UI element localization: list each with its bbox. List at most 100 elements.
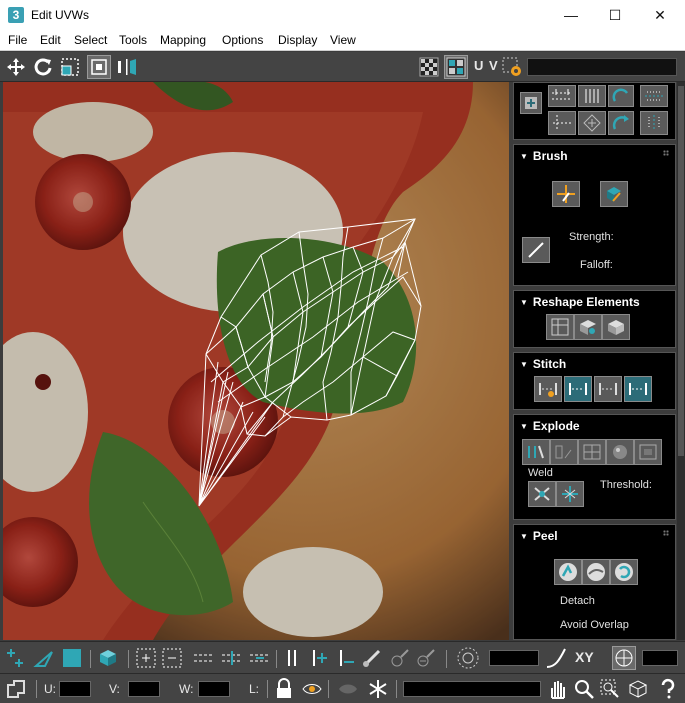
w-field[interactable] — [198, 681, 230, 697]
select-mode-icon[interactable] — [4, 646, 28, 670]
stitch-to-target-icon[interactable] — [624, 376, 652, 402]
weld-selected-icon[interactable] — [528, 481, 556, 507]
menu-select[interactable]: Select — [74, 33, 107, 47]
brush-rollout-header[interactable]: ▼ Brush — [520, 149, 568, 163]
relax-until-flat-icon[interactable] — [574, 314, 602, 340]
shrink-selection-icon[interactable] — [160, 646, 184, 670]
hide-icon[interactable] — [300, 677, 324, 701]
selection-set-field[interactable] — [403, 681, 541, 697]
absolute-offset-icon[interactable] — [4, 677, 28, 701]
rotate-icon[interactable] — [31, 55, 55, 79]
maximize-button[interactable]: ☐ — [592, 0, 638, 31]
show-icon[interactable] — [336, 677, 360, 701]
mirror-icon[interactable] — [115, 55, 139, 79]
paint-move-icon[interactable] — [552, 181, 580, 207]
zoom-extents-icon[interactable] — [626, 677, 650, 701]
element-select-icon[interactable] — [96, 646, 120, 670]
avoid-overlap-label[interactable]: Avoid Overlap — [560, 619, 629, 631]
zoom-icon[interactable] — [572, 677, 596, 701]
ring-shrink-icon[interactable] — [334, 646, 358, 670]
grip-icon[interactable] — [663, 530, 669, 536]
paint-select-grow-icon[interactable] — [388, 646, 412, 670]
uv-axis-label[interactable]: U V — [474, 58, 499, 73]
loop-shrink-icon[interactable] — [248, 646, 272, 670]
freeform-icon[interactable] — [87, 55, 111, 79]
paint-select-shrink-icon[interactable] — [414, 646, 438, 670]
scale-icon[interactable] — [58, 55, 82, 79]
break-icon[interactable] — [522, 439, 550, 465]
reshape-rollout-header[interactable]: ▼ Reshape Elements — [520, 295, 640, 309]
menu-options[interactable]: Options — [222, 33, 263, 47]
relax-icon[interactable] — [602, 314, 630, 340]
ring-grow-icon[interactable] — [307, 646, 331, 670]
edge-distance-icon[interactable] — [612, 646, 636, 670]
grip-icon[interactable] — [663, 150, 669, 156]
paint-brush-icon[interactable] — [360, 646, 384, 670]
settings-icon[interactable] — [500, 55, 524, 79]
menu-edit[interactable]: Edit — [40, 33, 61, 47]
menu-display[interactable]: Display — [278, 33, 317, 47]
soft-selection-icon[interactable] — [456, 646, 480, 670]
lock-icon[interactable] — [272, 677, 296, 701]
brush-size-icon[interactable] — [522, 237, 550, 263]
straighten-icon[interactable] — [548, 111, 576, 135]
menu-tools[interactable]: Tools — [119, 33, 147, 47]
explode-rollout-header[interactable]: ▼ Explode — [520, 419, 580, 433]
explode-by-material-icon[interactable] — [606, 439, 634, 465]
uv-wireframe-mesh[interactable] — [3, 82, 509, 640]
bottom-toolbar-1: XY — [0, 641, 685, 673]
checker-icon[interactable] — [417, 55, 441, 79]
align-vertical-icon[interactable] — [578, 85, 606, 107]
paint-relax-icon[interactable] — [600, 181, 628, 207]
peel-mode-icon[interactable] — [582, 559, 610, 585]
zoom-region-icon[interactable] — [598, 677, 622, 701]
menu-view[interactable]: View — [330, 33, 356, 47]
u-field[interactable] — [59, 681, 91, 697]
move-icon[interactable] — [4, 55, 28, 79]
freeze-icon[interactable] — [366, 677, 390, 701]
explode-by-smoothing-icon[interactable] — [578, 439, 606, 465]
peel-rollout-header[interactable]: ▼ Peel — [520, 529, 558, 543]
stitch-rollout-header[interactable]: ▼ Stitch — [520, 357, 566, 371]
space-vertical-icon[interactable] — [640, 111, 668, 135]
uv-editor-viewport[interactable] — [3, 82, 509, 640]
falloff-distance-field[interactable] — [489, 650, 539, 666]
reset-peel-icon[interactable] — [610, 559, 638, 585]
loop-grow-icon[interactable] — [220, 646, 244, 670]
falloff-curve-icon[interactable] — [544, 646, 568, 670]
xy-space-label[interactable]: XY — [575, 649, 594, 665]
face-select-icon[interactable] — [60, 646, 84, 670]
minimize-button[interactable]: — — [548, 0, 594, 31]
loop-select-icon[interactable] — [192, 646, 216, 670]
straighten-selection-icon[interactable] — [546, 314, 574, 340]
menu-mapping[interactable]: Mapping — [160, 33, 206, 47]
texture-dropdown[interactable] — [527, 58, 677, 76]
flatten-by-polygon-angle-icon[interactable] — [634, 439, 662, 465]
help-icon[interactable] — [656, 677, 680, 701]
show-map-icon[interactable] — [444, 55, 468, 79]
align-horizontal-icon[interactable] — [548, 85, 576, 107]
ring-select-icon[interactable] — [280, 646, 304, 670]
v-field[interactable] — [128, 681, 160, 697]
stitch-custom-icon[interactable] — [534, 376, 562, 402]
menu-file[interactable]: File — [8, 33, 27, 47]
relax-icon[interactable] — [578, 111, 606, 135]
detach-label[interactable]: Detach — [560, 595, 595, 607]
grow-selection-icon[interactable] — [134, 646, 158, 670]
pan-icon[interactable] — [545, 677, 569, 701]
scrollbar-thumb[interactable] — [678, 86, 684, 456]
stitch-to-source-icon[interactable] — [564, 376, 592, 402]
space-horizontal-icon[interactable] — [640, 85, 668, 107]
rotate-cw-icon[interactable] — [608, 111, 634, 135]
paint-select-icon[interactable] — [32, 646, 56, 670]
quick-peel-icon[interactable] — [554, 559, 582, 585]
weld-all-selected-icon[interactable] — [556, 481, 584, 507]
edge-distance-field[interactable] — [642, 650, 678, 666]
close-button[interactable]: ✕ — [637, 0, 683, 31]
l-label: L: — [249, 682, 260, 696]
pack-icon[interactable] — [520, 92, 542, 114]
panel-scrollbar[interactable] — [677, 82, 685, 640]
stitch-average-icon[interactable] — [594, 376, 622, 402]
explode-to-edges-icon[interactable] — [550, 439, 578, 465]
rotate-ccw-icon[interactable] — [608, 85, 634, 107]
